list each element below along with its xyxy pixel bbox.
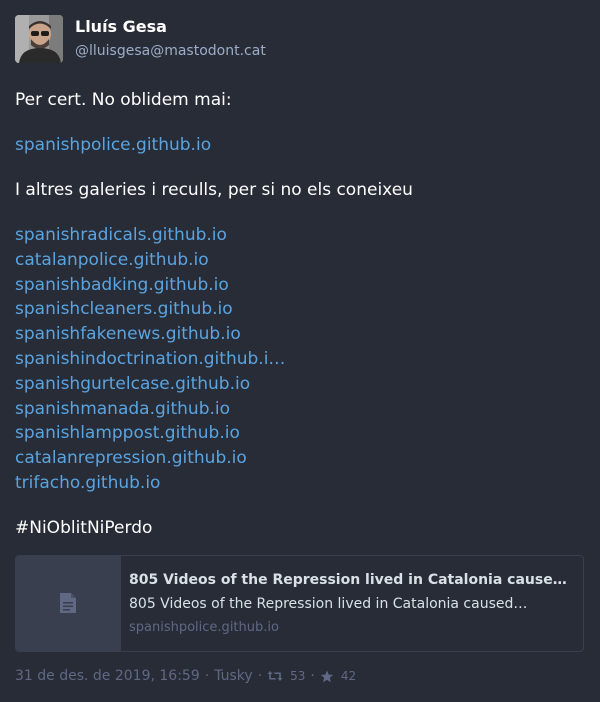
main-link[interactable]: spanishpolice.github.io — [15, 133, 585, 158]
gallery-link[interactable]: spanishcleaners.github.io — [15, 297, 585, 322]
card-description: 805 Videos of the Repression lived in Ca… — [129, 596, 528, 612]
galleries-text: I altres galeries i reculls, per si no e… — [15, 180, 413, 200]
meta-separator: · — [257, 668, 263, 684]
status-content: Per cert. No oblidem mai: spanishpolice.… — [15, 88, 585, 561]
hashtag[interactable]: #NiOblitNiPerdo — [15, 516, 585, 541]
status-meta: 31 de des. de 2019, 16:59 · Tusky · 53 ·… — [15, 668, 356, 684]
favourites-count: 42 — [340, 669, 357, 683]
file-text-icon — [60, 593, 76, 613]
gallery-link[interactable]: spanishbadking.github.io — [15, 273, 585, 298]
meta-separator: · — [204, 668, 210, 684]
application-name[interactable]: Tusky — [214, 668, 253, 684]
status: Lluís Gesa @lluisgesa@mastodont.cat Per … — [0, 0, 600, 702]
gallery-link[interactable]: spanishlamppost.github.io — [15, 421, 585, 446]
gallery-link[interactable]: spanishindoctrination.github.i… — [15, 347, 585, 372]
meta-separator: · — [310, 668, 315, 684]
timestamp[interactable]: 31 de des. de 2019, 16:59 — [15, 668, 200, 684]
retweet-icon[interactable] — [267, 670, 283, 682]
star-icon[interactable] — [320, 670, 334, 683]
card-title: 805 Videos of the Repression lived in Ca… — [129, 572, 575, 588]
display-name[interactable]: Lluís Gesa — [75, 17, 167, 36]
gallery-link[interactable]: catalanpolice.github.io — [15, 248, 585, 273]
avatar-image — [15, 15, 63, 63]
gallery-link[interactable]: catalanrepression.github.io — [15, 446, 585, 471]
intro-text: Per cert. No oblidem mai: — [15, 90, 232, 110]
gallery-link[interactable]: spanishradicals.github.io — [15, 223, 585, 248]
avatar[interactable] — [15, 15, 63, 63]
card-thumbnail — [16, 556, 121, 651]
boosts-count: 53 — [290, 669, 306, 683]
account-handle[interactable]: @lluisgesa@mastodont.cat — [75, 43, 266, 59]
card-host: spanishpolice.github.io — [129, 620, 279, 635]
gallery-link[interactable]: spanishgurtelcase.github.io — [15, 372, 585, 397]
gallery-link[interactable]: trifacho.github.io — [15, 471, 585, 496]
gallery-link[interactable]: spanishmanada.github.io — [15, 397, 585, 422]
link-preview-card[interactable]: 805 Videos of the Repression lived in Ca… — [15, 555, 584, 652]
gallery-links: spanishradicals.github.io catalanpolice.… — [15, 223, 585, 496]
gallery-link[interactable]: spanishfakenews.github.io — [15, 322, 585, 347]
